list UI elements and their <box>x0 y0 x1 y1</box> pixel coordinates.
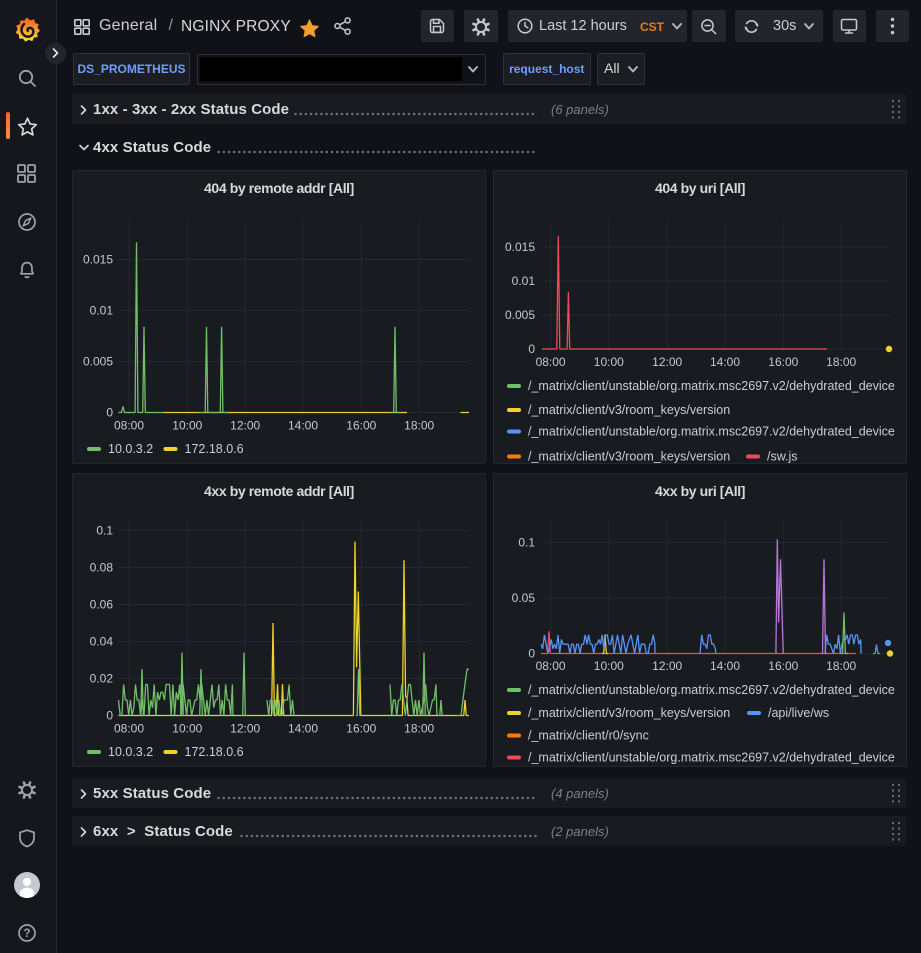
svg-text:0.005: 0.005 <box>505 308 535 322</box>
svg-text:0.01: 0.01 <box>90 304 114 318</box>
svg-text:0.015: 0.015 <box>83 253 113 267</box>
svg-text:08:00: 08:00 <box>536 355 566 369</box>
svg-text:16:00: 16:00 <box>768 355 798 369</box>
svg-text:0: 0 <box>528 342 535 356</box>
svg-text:10:00: 10:00 <box>172 722 202 736</box>
svg-text:/_matrix/client/unstable/org.m: /_matrix/client/unstable/org.matrix.msc2… <box>528 425 895 439</box>
svg-text:12:00: 12:00 <box>230 722 260 736</box>
svg-text:10:00: 10:00 <box>594 659 624 673</box>
svg-text:0: 0 <box>106 709 113 723</box>
svg-text:12:00: 12:00 <box>652 659 682 673</box>
svg-text:?: ? <box>23 928 30 940</box>
svg-text:/_matrix/client/unstable/org.m: /_matrix/client/unstable/org.matrix.msc2… <box>528 751 895 765</box>
svg-text:10.0.3.2: 10.0.3.2 <box>108 442 153 456</box>
svg-text:0.1: 0.1 <box>518 536 535 550</box>
svg-text:12:00: 12:00 <box>652 355 682 369</box>
svg-text:/_matrix/client/v3/room_keys/v: /_matrix/client/v3/room_keys/version <box>528 450 730 464</box>
svg-text:0.04: 0.04 <box>90 635 114 649</box>
svg-text:12:00: 12:00 <box>230 419 260 433</box>
svg-text:16:00: 16:00 <box>768 659 798 673</box>
svg-text:10:00: 10:00 <box>172 419 202 433</box>
svg-text:0.015: 0.015 <box>505 240 535 254</box>
svg-text:172.18.0.6: 172.18.0.6 <box>185 442 244 456</box>
svg-text:/_matrix/client/r0/sync: /_matrix/client/r0/sync <box>528 729 649 743</box>
svg-text:0.1: 0.1 <box>96 524 113 538</box>
svg-text:14:00: 14:00 <box>710 355 740 369</box>
svg-text:0.05: 0.05 <box>512 591 536 605</box>
svg-text:0.005: 0.005 <box>83 355 113 369</box>
svg-text:0.01: 0.01 <box>512 274 536 288</box>
svg-text:18:00: 18:00 <box>404 419 434 433</box>
svg-text:08:00: 08:00 <box>114 419 144 433</box>
svg-text:18:00: 18:00 <box>826 355 856 369</box>
svg-text:/_matrix/client/unstable/org.m: /_matrix/client/unstable/org.matrix.msc2… <box>528 683 895 697</box>
svg-text:/_matrix/client/v3/room_keys/v: /_matrix/client/v3/room_keys/version <box>528 403 730 417</box>
svg-text:08:00: 08:00 <box>114 722 144 736</box>
svg-text:10.0.3.2: 10.0.3.2 <box>108 745 153 759</box>
svg-text:/_matrix/client/v3/room_keys/v: /_matrix/client/v3/room_keys/version <box>528 706 730 720</box>
svg-text:/_matrix/client/unstable/org.m: /_matrix/client/unstable/org.matrix.msc2… <box>528 379 895 393</box>
svg-text:0: 0 <box>106 406 113 420</box>
svg-text:0.02: 0.02 <box>90 672 114 686</box>
svg-text:14:00: 14:00 <box>288 419 318 433</box>
svg-text:172.18.0.6: 172.18.0.6 <box>185 745 244 759</box>
svg-text:10:00: 10:00 <box>594 355 624 369</box>
svg-text:16:00: 16:00 <box>346 419 376 433</box>
svg-text:08:00: 08:00 <box>536 659 566 673</box>
svg-text:0: 0 <box>528 647 535 661</box>
svg-text:18:00: 18:00 <box>826 659 856 673</box>
svg-text:/sw.js: /sw.js <box>767 450 798 464</box>
svg-text:16:00: 16:00 <box>346 722 376 736</box>
svg-text:0.08: 0.08 <box>90 561 114 575</box>
svg-text:14:00: 14:00 <box>710 659 740 673</box>
svg-text:/api/live/ws: /api/live/ws <box>768 706 829 720</box>
svg-text:18:00: 18:00 <box>404 722 434 736</box>
svg-text:0.06: 0.06 <box>90 598 114 612</box>
svg-text:14:00: 14:00 <box>288 722 318 736</box>
